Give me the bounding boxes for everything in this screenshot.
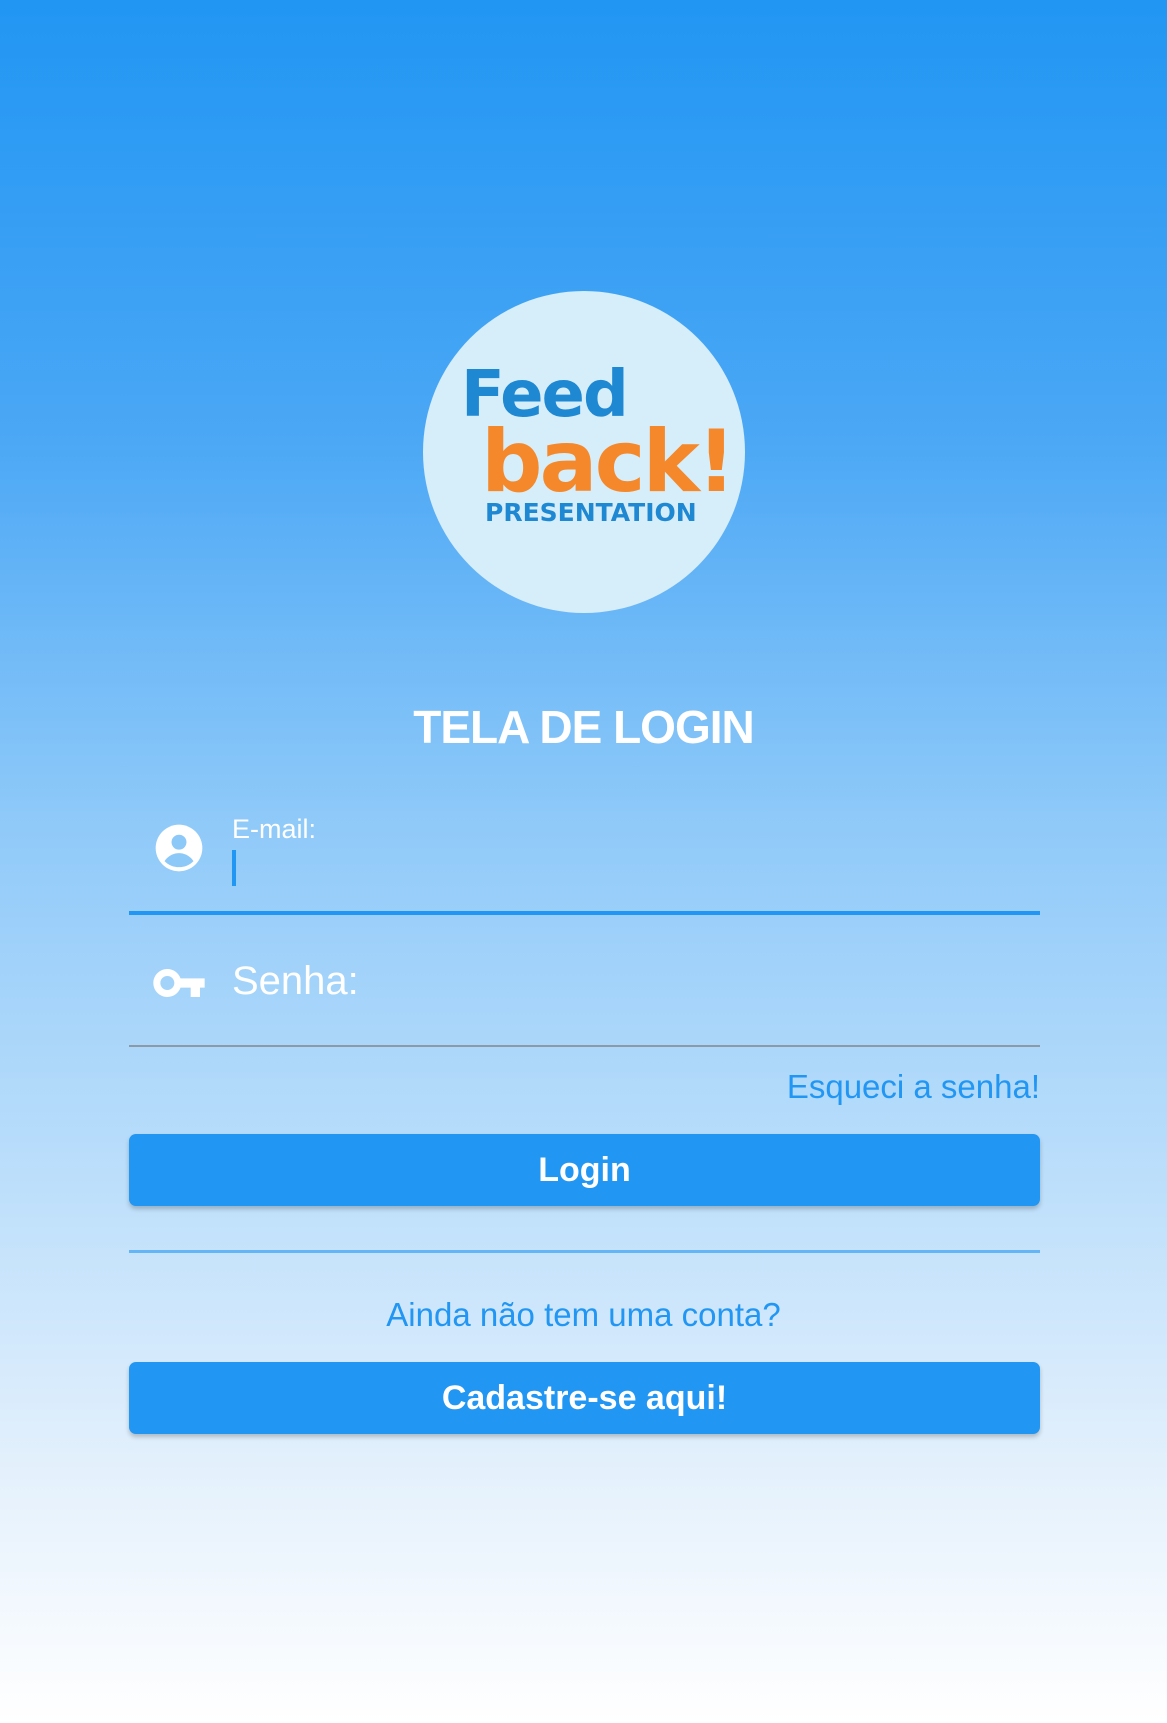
logo-word-back: back! xyxy=(481,412,733,512)
password-underline xyxy=(129,1045,1040,1047)
logo-image: Feed back! PRESENTATION xyxy=(461,358,736,527)
page-title: TELA DE LOGIN xyxy=(413,701,755,753)
email-input[interactable] xyxy=(232,848,1022,888)
signup-button[interactable]: Cadastre-se aqui! xyxy=(129,1362,1040,1434)
email-field[interactable]: E-mail: xyxy=(129,800,1040,915)
password-field[interactable]: Senha: xyxy=(129,935,1040,1047)
key-icon xyxy=(153,969,205,997)
no-account-text: Ainda não tem uma conta? xyxy=(386,1296,781,1333)
email-label: E-mail: xyxy=(232,814,317,844)
divider xyxy=(129,1250,1040,1253)
account-circle-icon xyxy=(155,824,203,872)
logo: Feed back! PRESENTATION xyxy=(423,291,745,613)
login-button[interactable]: Login xyxy=(129,1134,1040,1206)
logo-word-presentation: PRESENTATION xyxy=(485,498,697,527)
email-underline xyxy=(129,911,1040,915)
forgot-password-link[interactable]: Esqueci a senha! xyxy=(787,1068,1040,1106)
password-input[interactable] xyxy=(232,955,1012,1011)
